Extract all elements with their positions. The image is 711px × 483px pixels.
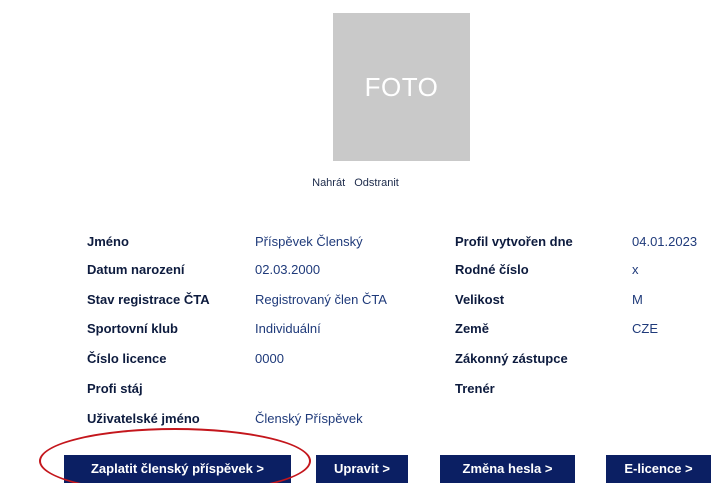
value-birth-number: x xyxy=(632,262,639,277)
value-birth-date: 02.03.2000 xyxy=(255,262,321,277)
profile-photo-placeholder: FOTO xyxy=(333,13,470,161)
photo-placeholder-text: FOTO xyxy=(364,71,439,102)
value-registration-status: Registrovaný člen ČTA xyxy=(255,292,387,307)
label-size: Velikost xyxy=(455,292,505,307)
pay-membership-fee-button[interactable]: Zaplatit členský příspěvek > xyxy=(64,455,291,483)
value-sport-club: Individuální xyxy=(255,321,321,336)
photo-actions: Nahrát Odstranit xyxy=(0,177,711,189)
label-registration-status: Stav registrace ČTA xyxy=(87,292,210,307)
label-birth-number: Rodné číslo xyxy=(455,262,529,277)
change-password-button[interactable]: Změna hesla > xyxy=(440,455,575,483)
value-size: M xyxy=(632,292,643,307)
remove-photo-link[interactable]: Odstranit xyxy=(354,177,399,189)
value-name: Příspěvek Členský xyxy=(255,234,363,249)
label-country: Země xyxy=(455,321,489,336)
label-trainer: Trenér xyxy=(455,381,495,396)
label-username: Uživatelské jméno xyxy=(87,411,200,426)
label-profi-stable: Profi stáj xyxy=(87,381,143,396)
label-legal-guardian: Zákonný zástupce xyxy=(455,351,568,366)
e-licence-button[interactable]: E-licence > xyxy=(606,455,711,483)
upload-photo-link[interactable]: Nahrát xyxy=(312,177,345,189)
label-sport-club: Sportovní klub xyxy=(87,321,178,336)
value-profile-created: 04.01.2023 xyxy=(632,234,698,249)
edit-button[interactable]: Upravit > xyxy=(316,455,408,483)
label-birth-date: Datum narození xyxy=(87,262,185,277)
label-profile-created: Profil vytvořen dne xyxy=(455,234,573,249)
value-username: Členský Příspěvek xyxy=(255,411,363,426)
value-country: CZE xyxy=(632,321,658,336)
value-license-number: 0000 xyxy=(255,351,284,366)
label-name: Jméno xyxy=(87,234,129,249)
label-license-number: Číslo licence xyxy=(87,351,167,366)
